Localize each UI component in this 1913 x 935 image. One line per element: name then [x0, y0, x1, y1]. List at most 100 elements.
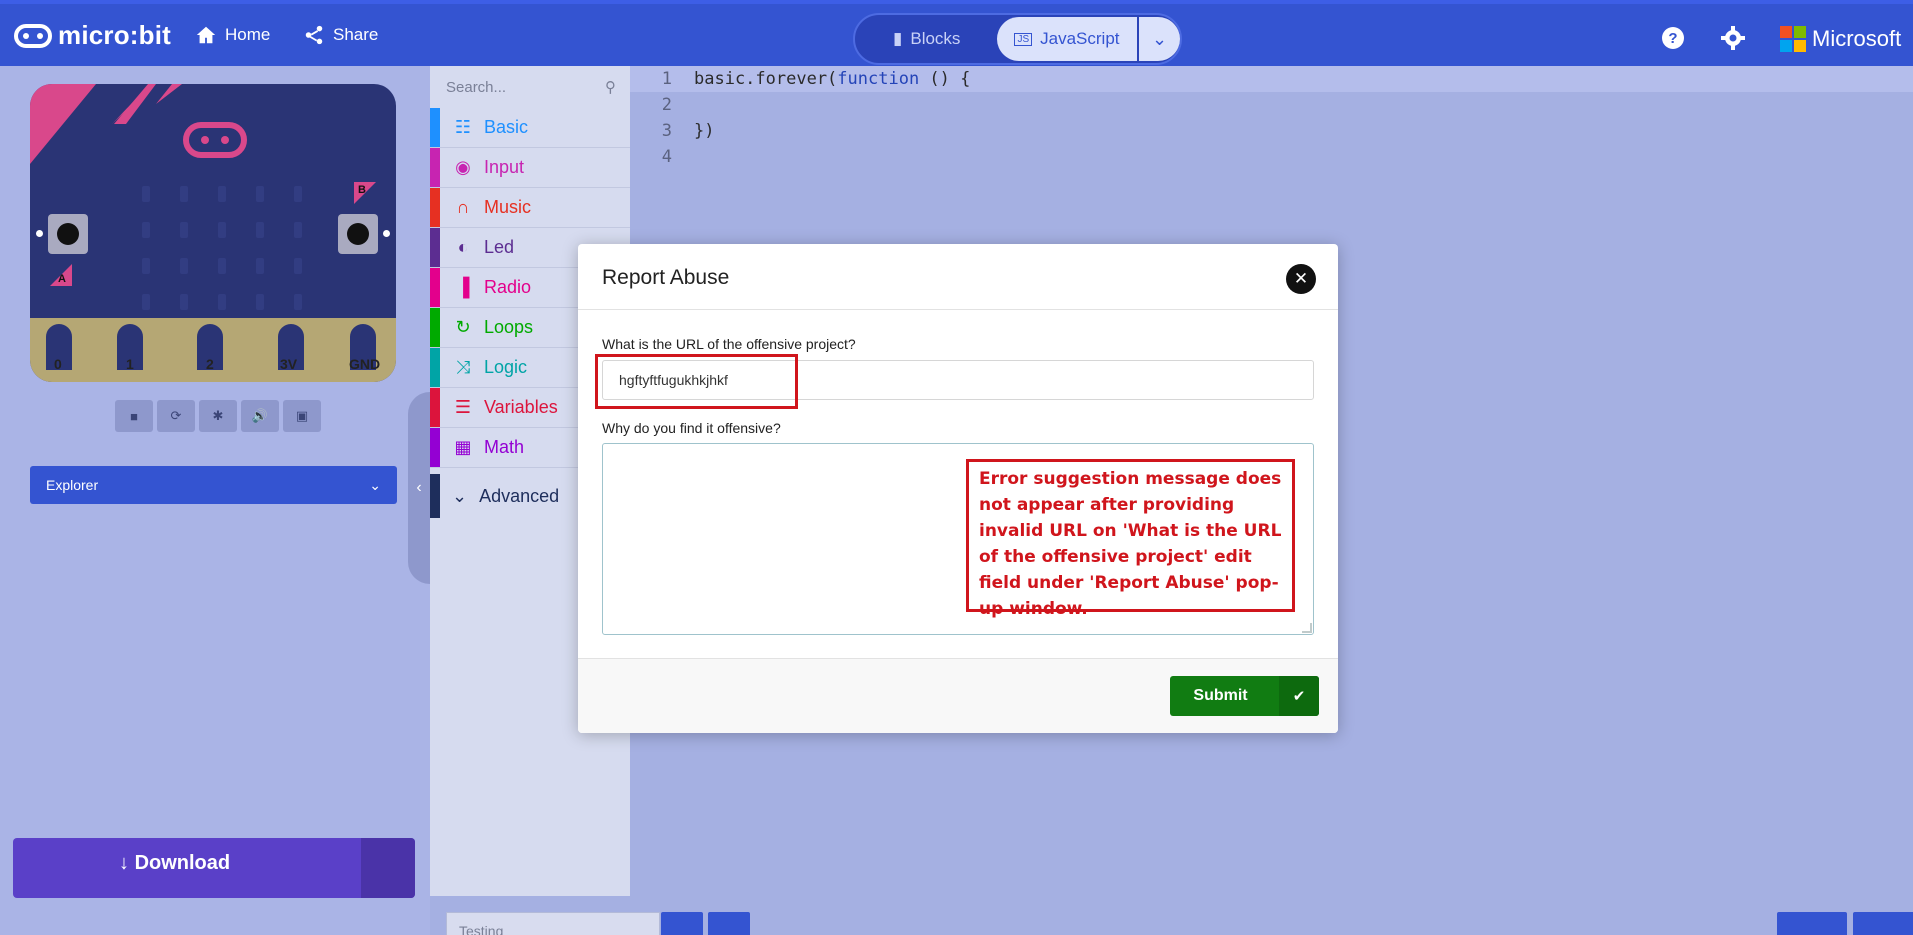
brand-name: micro:bit: [58, 20, 172, 50]
category-label: Math: [484, 437, 525, 457]
stop-button[interactable]: ■: [115, 400, 153, 432]
code-line[interactable]: 1 basic.forever(function () {: [630, 66, 1913, 92]
mute-button[interactable]: 🔊: [241, 400, 279, 432]
download-more-button[interactable]: [361, 838, 415, 898]
home-icon: [196, 26, 216, 44]
home-button[interactable]: Home: [195, 24, 270, 46]
category-label: Loops: [484, 317, 534, 337]
category-color-bar: [430, 268, 440, 307]
project-name-input[interactable]: Testing: [446, 912, 660, 935]
microbit-logo-icon: [14, 23, 52, 48]
debug-button[interactable]: ✱: [199, 400, 237, 432]
line-number: 1: [661, 69, 672, 89]
collapse-simulator-button[interactable]: ‹: [408, 392, 430, 584]
debug-icon: ✱: [212, 408, 224, 423]
category-label: Variables: [484, 397, 558, 417]
refresh-icon: ↻: [455, 317, 471, 337]
dialog-title: Report Abuse: [602, 266, 730, 289]
github-button[interactable]: [708, 912, 750, 935]
microbit-simulator[interactable]: A B 0 1 2 3V GND: [30, 84, 396, 382]
puzzle-icon: ▮: [893, 29, 903, 48]
microsoft-logo[interactable]: Microsoft: [1780, 26, 1901, 52]
pin-1-label: 1: [126, 356, 134, 372]
category-color-bar: [430, 388, 440, 427]
gear-icon[interactable]: [1721, 26, 1745, 50]
share-button[interactable]: Share: [303, 24, 378, 46]
fullscreen-icon: ▣: [295, 408, 309, 423]
download-button[interactable]: ↓ Download: [13, 838, 415, 898]
category-label: Basic: [484, 117, 529, 137]
undo-redo-group[interactable]: [1777, 912, 1847, 935]
submit-label: Submit: [1193, 687, 1248, 704]
category-color-bar: [430, 428, 440, 467]
toolbox-category-basic[interactable]: ☷ Basic: [430, 108, 630, 148]
search-input[interactable]: Search...: [446, 79, 506, 96]
fullscreen-button[interactable]: ▣: [283, 400, 321, 432]
restart-icon: ⟳: [170, 408, 182, 423]
grid-icon: ☷: [454, 117, 472, 137]
category-color-bar: [430, 188, 440, 227]
button-a[interactable]: [48, 214, 88, 254]
pin-0-label: 0: [54, 356, 62, 372]
toggle-icon: ◐: [457, 237, 469, 257]
signal-icon: ▐: [456, 277, 470, 297]
code-line[interactable]: 3}): [630, 118, 1913, 144]
shuffle-icon: ⤨: [455, 357, 471, 377]
microsoft-label: Microsoft: [1812, 26, 1902, 51]
explorer-dropdown[interactable]: Explorer ⌄: [30, 466, 397, 504]
code-line[interactable]: 4: [630, 144, 1913, 170]
top-header: micro:bit Home Share ▮ Blocks JS JavaScr…: [0, 0, 1913, 66]
category-color-bar: [430, 228, 440, 267]
blocks-label: Blocks: [910, 29, 961, 48]
code-token: basic.forever(: [694, 69, 838, 89]
category-label: Input: [484, 157, 525, 177]
category-color-bar: [430, 108, 440, 147]
toolbox-category-music[interactable]: ∩ Music: [430, 188, 630, 228]
stop-icon: ■: [130, 408, 138, 424]
bug-annotation-note: Error suggestion message does not appear…: [966, 459, 1295, 619]
close-button[interactable]: ✕: [1286, 264, 1316, 294]
editor-mode-switch: ▮ Blocks JS JavaScript ⌄: [853, 13, 1182, 65]
share-label: Share: [333, 25, 379, 44]
pin-gnd-label: GND: [349, 356, 381, 372]
microbit-logo[interactable]: micro:bit: [14, 20, 171, 51]
line-number: 3: [661, 121, 672, 141]
url-field-label: What is the URL of the offensive project…: [602, 336, 856, 352]
code-token: }): [694, 121, 715, 141]
report-abuse-dialog: Report Abuse ✕ What is the URL of the of…: [578, 244, 1338, 733]
line-text: }): [686, 121, 714, 141]
download-icon: ↓: [119, 852, 129, 874]
home-label: Home: [225, 25, 271, 44]
edge-connector: 0 1 2 3V GND: [30, 318, 396, 382]
pin-2-label: 2: [206, 356, 214, 372]
chevron-down-icon: ⌄: [452, 485, 468, 506]
category-label: Radio: [484, 277, 532, 297]
save-button[interactable]: [661, 912, 703, 935]
js-icon: JS: [1014, 32, 1033, 46]
category-color-bar: [430, 148, 440, 187]
line-number: 4: [661, 147, 672, 167]
checkmark-icon: ✔: [1279, 676, 1319, 716]
close-icon: ✕: [1293, 269, 1309, 288]
mode-dropdown-button[interactable]: ⌄: [1139, 17, 1180, 61]
button-a-label: A: [58, 273, 66, 285]
url-highlight-annotation: [595, 354, 798, 409]
resize-grip-icon[interactable]: [1302, 623, 1312, 633]
zoom-group[interactable]: [1853, 912, 1913, 935]
category-label: Music: [484, 197, 532, 217]
blocks-tab[interactable]: ▮ Blocks: [893, 29, 960, 49]
category-color-bar: [430, 308, 440, 347]
simulator-panel: A B 0 1 2 3V GND ■ ⟳ ✱ 🔊 ▣ Explorer ⌄: [0, 66, 430, 935]
restart-button[interactable]: ⟳: [157, 400, 195, 432]
line-number: 2: [661, 95, 672, 115]
button-b[interactable]: [338, 214, 378, 254]
javascript-tab[interactable]: JS JavaScript: [997, 17, 1137, 61]
toolbox-category-input[interactable]: ◉ Input: [430, 148, 630, 188]
toolbox-search[interactable]: Search... ⚲: [430, 66, 630, 108]
submit-button[interactable]: Submit ✔: [1170, 676, 1319, 716]
board-corner-decoration: [30, 84, 182, 164]
headphones-icon: ∩: [456, 197, 470, 217]
advanced-label: Advanced: [479, 485, 560, 506]
help-icon[interactable]: ?: [1661, 26, 1685, 50]
code-line[interactable]: 2: [630, 92, 1913, 118]
